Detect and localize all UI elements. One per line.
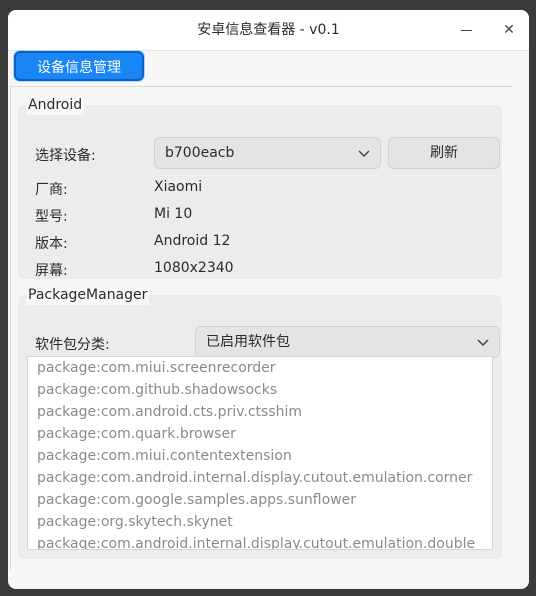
device-select[interactable]: b700eacb (154, 137, 381, 169)
minimize-button[interactable] (456, 20, 476, 40)
field-label-version: 版本: (35, 236, 68, 252)
field-label-screen: 屏幕: (35, 263, 68, 279)
field-value-version: Android 12 (154, 233, 231, 249)
package-list[interactable]: package:com.miui.screenrecorder package:… (27, 356, 493, 550)
refresh-button[interactable]: 刷新 (388, 137, 500, 169)
package-category-value: 已启用软件包 (206, 334, 290, 350)
android-group: Android (18, 95, 502, 279)
window-title: 安卓信息查看器 - v0.1 (197, 22, 340, 38)
minimize-icon (460, 30, 472, 31)
android-group-title: Android (26, 95, 85, 115)
list-item[interactable]: package:org.skytech.skynet (28, 511, 492, 533)
close-button[interactable]: ✕ (499, 20, 519, 40)
chevron-down-icon (477, 339, 489, 347)
list-item[interactable]: package:com.android.cts.priv.ctsshim (28, 401, 492, 423)
list-item[interactable]: package:com.google.samples.apps.sunflowe… (28, 489, 492, 511)
chevron-down-icon (358, 150, 370, 158)
field-value-manufacturer: Xiaomi (154, 179, 203, 195)
package-category-label: 软件包分类: (35, 337, 110, 353)
field-value-model: Mi 10 (154, 206, 193, 222)
list-item[interactable]: package:com.github.shadowsocks (28, 379, 492, 401)
list-item[interactable]: package:com.miui.contentextension (28, 445, 492, 467)
close-icon: ✕ (503, 22, 515, 38)
select-device-label: 选择设备: (35, 148, 96, 164)
field-value-screen: 1080x2340 (154, 260, 234, 276)
device-select-value: b700eacb (165, 145, 235, 161)
field-label-model: 型号: (35, 209, 68, 225)
list-item[interactable]: package:com.miui.screenrecorder (28, 357, 492, 379)
package-category-select[interactable]: 已启用软件包 (195, 326, 500, 358)
package-group-title: PackageManager (26, 285, 150, 305)
title-bar: 安卓信息查看器 - v0.1 ✕ (8, 10, 529, 51)
field-label-manufacturer: 厂商: (35, 182, 68, 198)
tab-device-info[interactable]: 设备信息管理 (14, 51, 144, 81)
list-item[interactable]: package:com.android.internal.display.cut… (28, 467, 492, 489)
list-item[interactable]: package:com.quark.browser (28, 423, 492, 445)
list-item[interactable]: package:com.android.internal.display.cut… (28, 533, 492, 549)
